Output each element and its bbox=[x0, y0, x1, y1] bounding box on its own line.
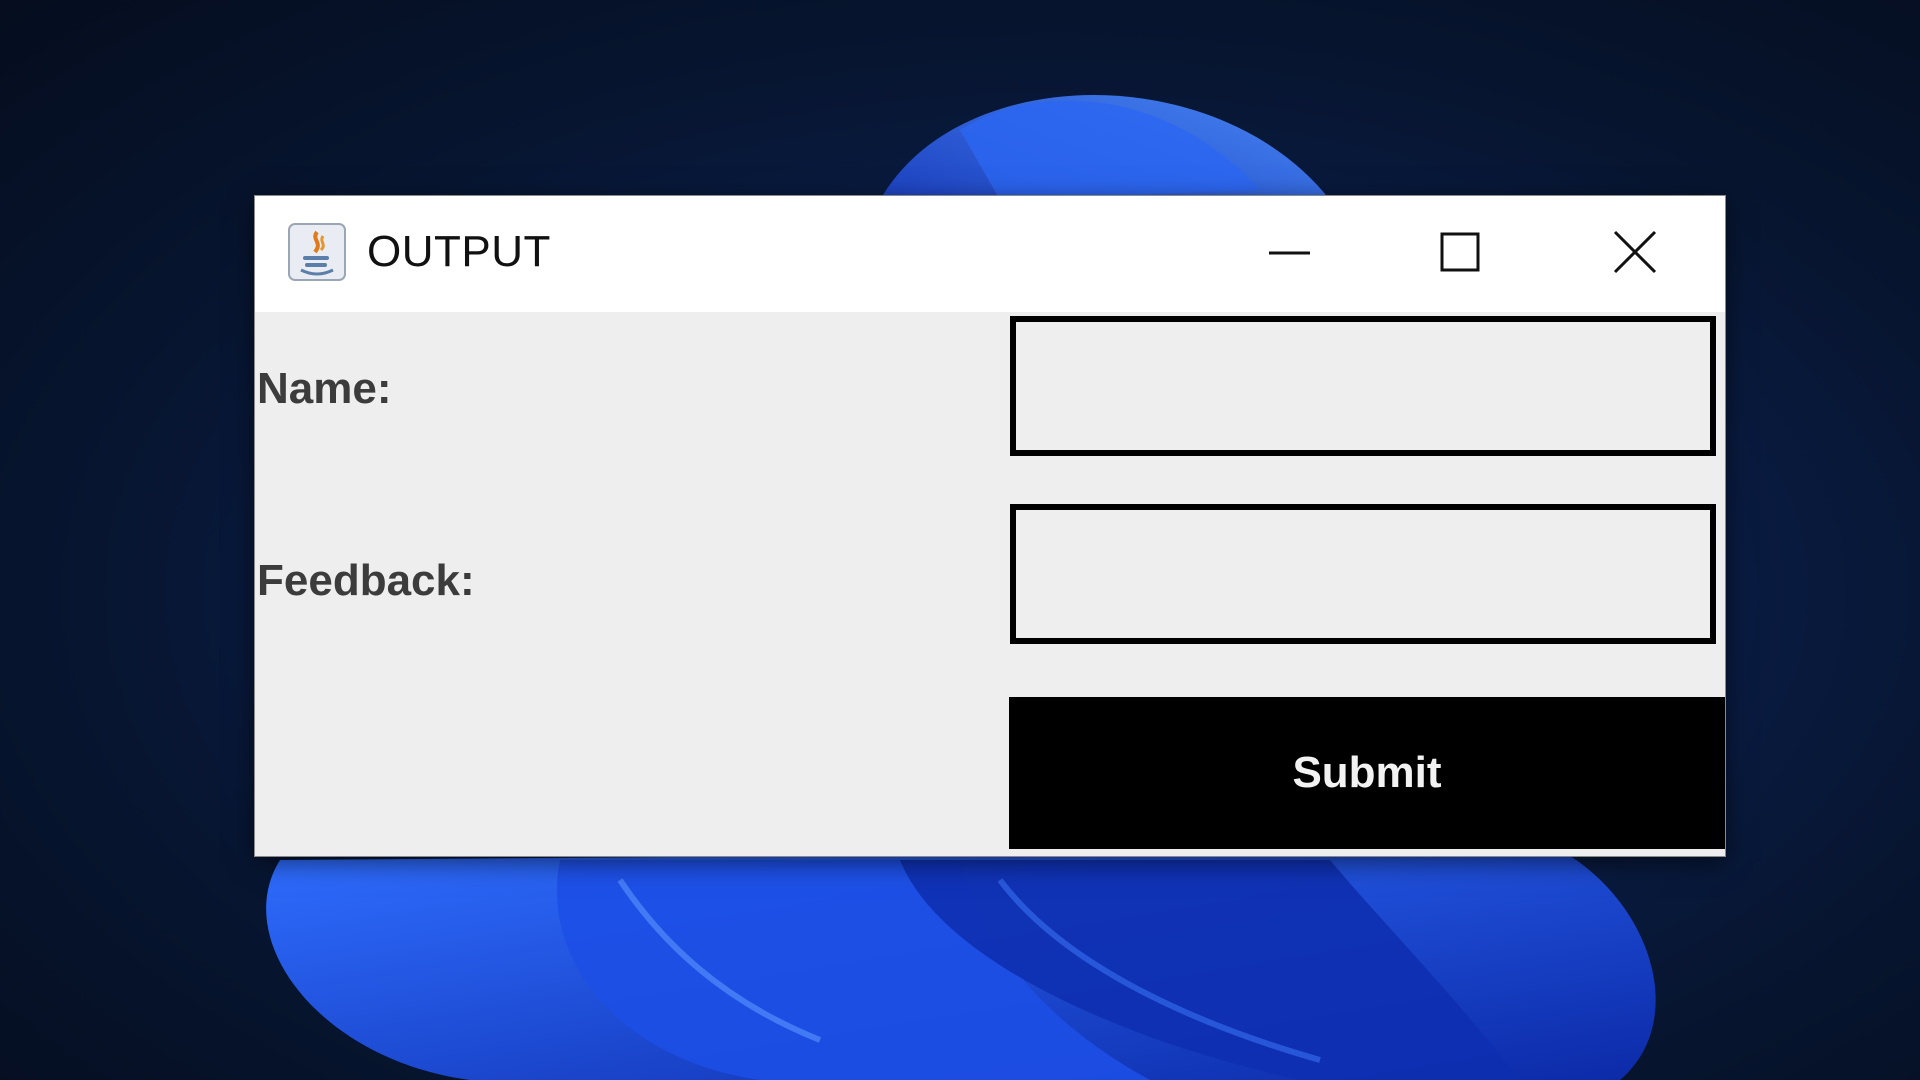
title-bar[interactable]: OUTPUT bbox=[255, 196, 1725, 312]
name-label: Name: bbox=[257, 364, 392, 413]
maximize-button[interactable] bbox=[1380, 196, 1540, 312]
minimize-icon bbox=[1269, 251, 1310, 255]
name-field[interactable] bbox=[1010, 316, 1716, 456]
feedback-label: Feedback: bbox=[257, 556, 475, 605]
close-icon bbox=[1613, 230, 1657, 274]
close-button[interactable] bbox=[1555, 196, 1715, 312]
form-panel: Name: Feedback: Submit bbox=[255, 312, 1725, 856]
window-title: OUTPUT bbox=[367, 227, 551, 276]
feedback-field[interactable] bbox=[1010, 504, 1716, 644]
maximize-icon bbox=[1440, 232, 1480, 272]
app-window: OUTPUT Name: Feedback: Submit bbox=[255, 196, 1725, 856]
minimize-button[interactable] bbox=[1210, 196, 1370, 312]
submit-button[interactable]: Submit bbox=[1009, 697, 1725, 849]
java-icon bbox=[287, 222, 347, 282]
